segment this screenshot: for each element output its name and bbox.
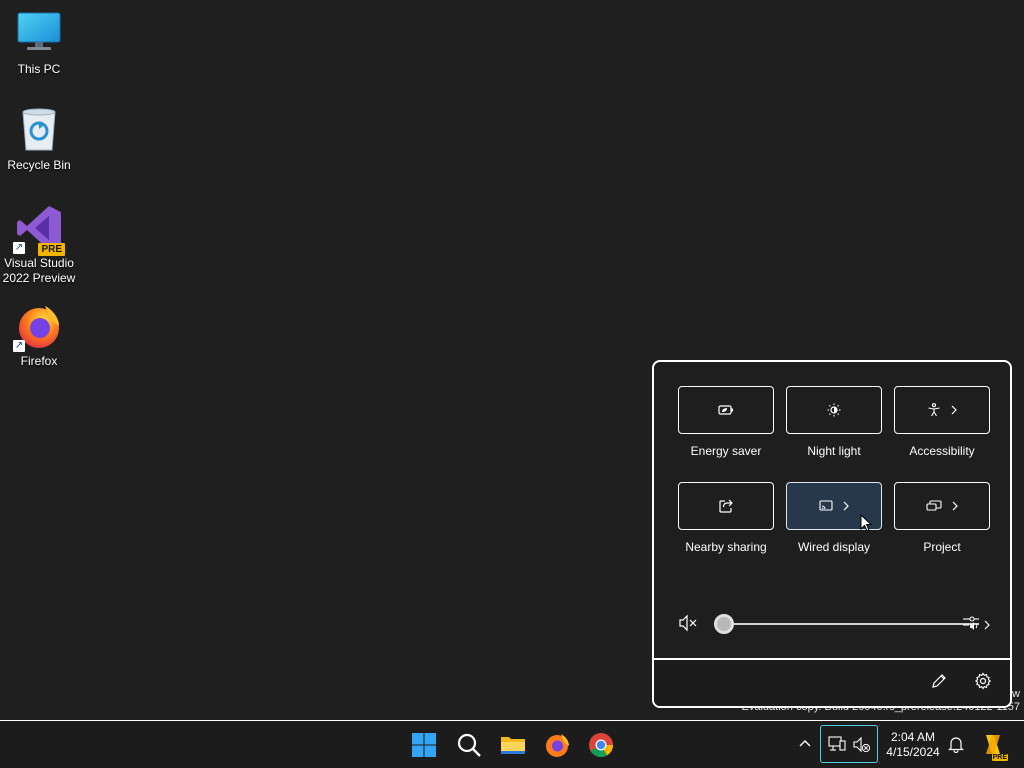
desktop-icon-this-pc[interactable]: This PC [1, 10, 77, 77]
energy-saver-button[interactable] [678, 386, 774, 434]
volume-slider-thumb[interactable] [714, 614, 734, 634]
share-icon [719, 499, 733, 513]
firefox-icon: ↗ [13, 302, 63, 352]
gear-icon[interactable] [974, 672, 994, 692]
quick-settings-tray-button[interactable] [820, 725, 878, 763]
speaker-muted-icon[interactable] [678, 614, 698, 637]
mouse-cursor-icon [860, 513, 873, 537]
desktop-icon-label: This PC [17, 62, 61, 76]
cast-icon [819, 500, 833, 512]
shortcut-arrow-icon: ↗ [13, 340, 25, 352]
recycle-bin-icon [15, 106, 63, 154]
tile-label: Night light [807, 444, 861, 458]
taskbar: 2:04 AM 4/15/2024 PRE [0, 720, 1024, 768]
pre-badge: PRE [991, 754, 1008, 761]
tile-label: Project [923, 540, 961, 554]
chevron-right-icon [984, 617, 990, 635]
project-button[interactable] [894, 482, 990, 530]
night-light-button[interactable] [786, 386, 882, 434]
desktop-icon-firefox[interactable]: ↗ Firefox [1, 302, 77, 369]
clock[interactable]: 2:04 AM 4/15/2024 [880, 730, 946, 760]
accessibility-button[interactable] [894, 386, 990, 434]
sound-mixer-icon [962, 614, 980, 637]
chevron-right-icon [951, 405, 957, 415]
quick-settings-panel: Energy saver Night light Accessibility N… [652, 360, 1012, 708]
shortcut-arrow-icon: ↗ [13, 242, 25, 254]
chevron-up-icon[interactable] [796, 735, 814, 753]
battery-leaf-icon [718, 404, 734, 416]
network-icon [828, 735, 846, 758]
copilot-icon[interactable]: PRE [980, 732, 1008, 761]
search-icon[interactable] [455, 731, 483, 759]
quick-settings-grid: Energy saver Night light Accessibility N… [678, 386, 990, 578]
volume-slider-track[interactable] [723, 623, 979, 625]
chrome-icon[interactable] [587, 731, 615, 759]
desktop-icon-label: Visual Studio 2022 Preview [2, 256, 76, 285]
desktop-icon-visual-studio[interactable]: PRE ↗ Visual Studio 2022 Preview [1, 204, 77, 286]
start-icon[interactable] [410, 731, 438, 759]
computer-icon [15, 10, 63, 58]
file-explorer-icon[interactable] [499, 731, 527, 759]
tile-label: Energy saver [690, 444, 762, 458]
chevron-right-icon [952, 501, 958, 511]
accessibility-icon [927, 403, 941, 417]
desktop-icon-label: Firefox [20, 354, 58, 368]
tile-label: Wired display [797, 540, 871, 554]
pre-badge: PRE [38, 243, 65, 256]
visual-studio-icon: PRE ↗ [13, 204, 65, 256]
tile-accessibility: Accessibility [894, 386, 990, 482]
project-icon [926, 500, 942, 512]
tile-label: Nearby sharing [685, 540, 767, 554]
chevron-right-icon [843, 501, 849, 511]
volume-muted-icon [853, 736, 871, 759]
clock-date: 4/15/2024 [886, 745, 940, 759]
tile-label: Accessibility [909, 444, 975, 458]
desktop-icon-recycle-bin[interactable]: Recycle Bin [1, 106, 77, 173]
clock-time: 2:04 AM [890, 730, 936, 744]
quick-settings-footer [654, 658, 1010, 706]
tile-project: Project [894, 482, 990, 578]
notification-bell-icon[interactable] [947, 735, 965, 754]
tile-nearby-sharing: Nearby sharing [678, 482, 774, 578]
desktop-icon-label: Recycle Bin [7, 158, 71, 172]
tile-night-light: Night light [786, 386, 882, 482]
sound-output-button[interactable] [962, 614, 990, 637]
firefox-icon[interactable] [543, 731, 571, 759]
nearby-sharing-button[interactable] [678, 482, 774, 530]
tile-energy-saver: Energy saver [678, 386, 774, 482]
pencil-icon[interactable] [930, 672, 950, 692]
night-light-icon [827, 403, 841, 417]
volume-row [678, 612, 994, 636]
